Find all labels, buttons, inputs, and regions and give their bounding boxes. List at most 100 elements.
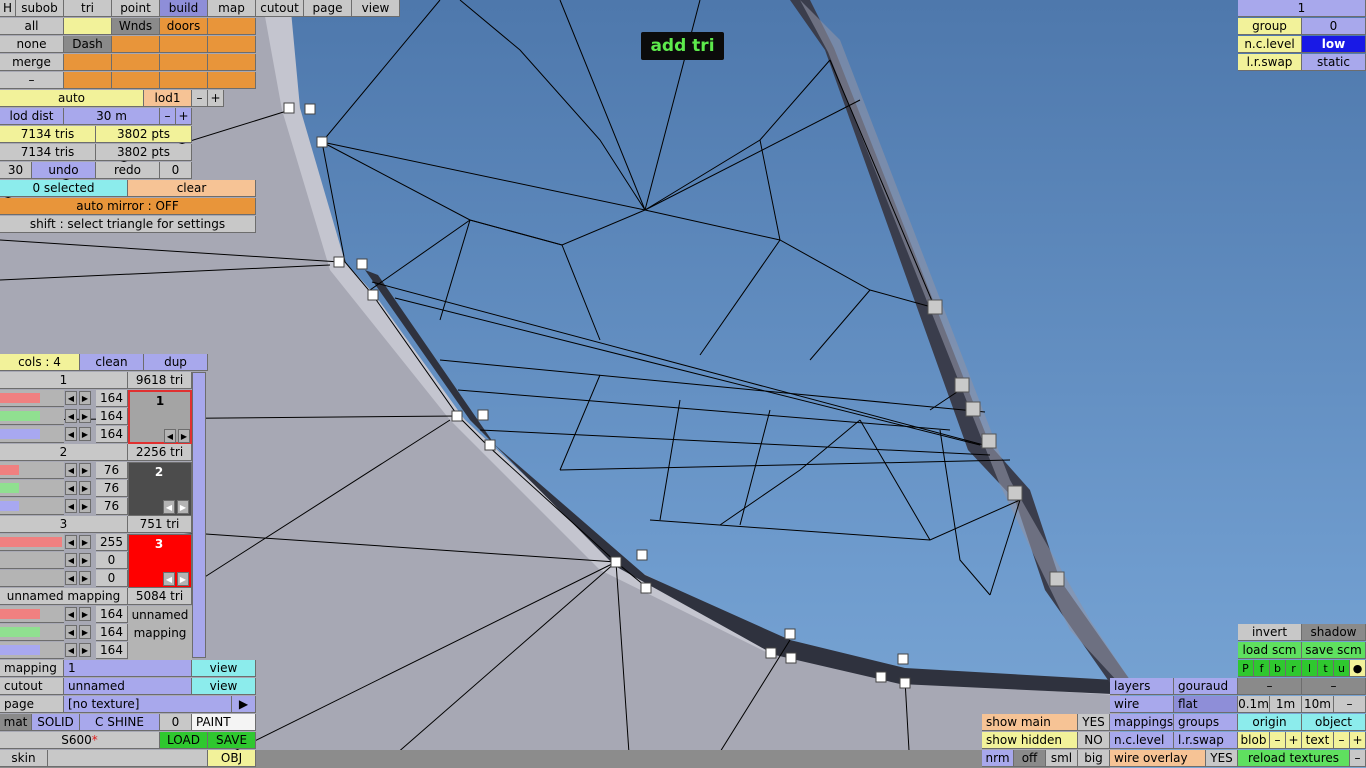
- layer-number[interactable]: 1: [1238, 0, 1366, 17]
- arrow-right-icon[interactable]: ▶: [177, 500, 189, 514]
- skin-value[interactable]: [48, 750, 208, 767]
- arrow-left-icon[interactable]: ◀: [65, 427, 77, 441]
- mapping-swatch[interactable]: unnamed mapping: [128, 606, 192, 660]
- colors-scrollbar[interactable]: [192, 372, 206, 658]
- group-slot[interactable]: [208, 18, 256, 35]
- arrow-left-icon[interactable]: ◀: [65, 571, 77, 585]
- view-letter-7[interactable]: ●: [1350, 660, 1366, 677]
- origin-button[interactable]: origin: [1238, 714, 1302, 731]
- invert-button[interactable]: invert: [1238, 624, 1302, 641]
- channel-r-slider[interactable]: [0, 390, 64, 407]
- lod-dist-value[interactable]: 30 m: [64, 108, 160, 125]
- group-slot[interactable]: [64, 72, 112, 89]
- lr-swap-value[interactable]: static: [1302, 54, 1366, 71]
- arrow-left-icon[interactable]: ◀: [65, 643, 77, 657]
- channel-b-slider[interactable]: [0, 498, 64, 515]
- arrow-left-icon[interactable]: ◀: [65, 607, 77, 621]
- lr-swap-button[interactable]: l.r.swap: [1174, 732, 1238, 749]
- group-doors-button[interactable]: doors: [160, 18, 208, 35]
- arrow-right-icon[interactable]: ▶: [79, 499, 91, 513]
- save-scm-button[interactable]: save scm: [1302, 642, 1366, 659]
- arrow-right-icon[interactable]: ▶: [79, 571, 91, 585]
- play-icon[interactable]: ▶: [232, 696, 256, 713]
- mappings-button[interactable]: mappings: [1110, 714, 1174, 731]
- view-letter-1[interactable]: f: [1254, 660, 1270, 677]
- tab-point[interactable]: point: [112, 0, 160, 17]
- blob-plus-button[interactable]: +: [1286, 732, 1302, 749]
- auto-mirror-toggle[interactable]: auto mirror : OFF: [0, 198, 256, 215]
- lod-plus-button[interactable]: +: [208, 90, 224, 107]
- skin-button[interactable]: skin: [0, 750, 48, 767]
- view-letter-4[interactable]: l: [1302, 660, 1318, 677]
- group-slot[interactable]: [112, 54, 160, 71]
- select-none-button[interactable]: none: [0, 36, 64, 53]
- dash-button[interactable]: –: [1238, 678, 1302, 695]
- arrow-left-icon[interactable]: ◀: [65, 535, 77, 549]
- load-button[interactable]: LOAD: [160, 732, 208, 749]
- group-slot[interactable]: [64, 54, 112, 71]
- tab-subob[interactable]: subob: [16, 0, 64, 17]
- arrow-right-icon[interactable]: ▶: [79, 643, 91, 657]
- dup-button[interactable]: dup: [144, 354, 208, 371]
- arrow-left-icon[interactable]: ◀: [65, 553, 77, 567]
- step-minus-button[interactable]: –: [1334, 696, 1366, 713]
- group-wnds-button[interactable]: Wnds: [112, 18, 160, 35]
- show-main-toggle[interactable]: YES: [1078, 714, 1110, 731]
- arrow-right-icon[interactable]: ▶: [79, 463, 91, 477]
- undo-button[interactable]: undo: [32, 162, 96, 179]
- wire-button[interactable]: wire: [1110, 696, 1174, 713]
- text-plus-button[interactable]: +: [1350, 732, 1366, 749]
- lod-dist-minus[interactable]: –: [160, 108, 176, 125]
- arrow-right-icon[interactable]: ▶: [177, 572, 189, 586]
- text-button[interactable]: text: [1302, 732, 1334, 749]
- lod-minus-button[interactable]: –: [192, 90, 208, 107]
- clean-button[interactable]: clean: [80, 354, 144, 371]
- mapping-value[interactable]: 1: [64, 660, 192, 677]
- lod-auto-button[interactable]: auto: [0, 90, 144, 107]
- flat-button[interactable]: flat: [1174, 696, 1238, 713]
- load-scm-button[interactable]: load scm: [1238, 642, 1302, 659]
- arrow-right-icon[interactable]: ▶: [79, 535, 91, 549]
- tab-tri[interactable]: tri: [64, 0, 112, 17]
- channel-r-slider[interactable]: [0, 606, 64, 623]
- reload-minus-button[interactable]: –: [1350, 750, 1366, 767]
- view-letter-6[interactable]: u: [1334, 660, 1350, 677]
- minus-button[interactable]: –: [0, 72, 64, 89]
- group-slot[interactable]: [160, 54, 208, 71]
- wire-overlay-toggle[interactable]: YES: [1206, 750, 1238, 767]
- clear-selection-button[interactable]: clear: [128, 180, 256, 197]
- page-value[interactable]: [no texture]: [64, 696, 232, 713]
- mapping-view-button[interactable]: view: [192, 660, 256, 677]
- step-10m-button[interactable]: 10m: [1302, 696, 1334, 713]
- blob-minus-button[interactable]: –: [1270, 732, 1286, 749]
- normals-small-button[interactable]: sml: [1046, 750, 1078, 767]
- merge-button[interactable]: merge: [0, 54, 64, 71]
- group-value[interactable]: 0: [1302, 18, 1366, 35]
- color-swatch[interactable]: 2 ◀ ▶: [128, 462, 192, 516]
- group-slot-blank[interactable]: [64, 18, 112, 35]
- group-dash-button[interactable]: Dash: [64, 36, 112, 53]
- arrow-right-icon[interactable]: ▶: [79, 391, 91, 405]
- tab-cutout[interactable]: cutout: [256, 0, 304, 17]
- channel-r-slider[interactable]: [0, 534, 64, 551]
- gouraud-button[interactable]: gouraud: [1174, 678, 1238, 695]
- paint-button[interactable]: PAINT: [192, 714, 256, 731]
- cutout-view-button[interactable]: view: [192, 678, 256, 695]
- group-slot[interactable]: [208, 72, 256, 89]
- group-slot[interactable]: [160, 36, 208, 53]
- view-letter-2[interactable]: b: [1270, 660, 1286, 677]
- arrow-left-icon[interactable]: ◀: [65, 463, 77, 477]
- arrow-left-icon[interactable]: ◀: [163, 572, 175, 586]
- lod-level-button[interactable]: lod1: [144, 90, 192, 107]
- tab-view[interactable]: view: [352, 0, 400, 17]
- arrow-left-icon[interactable]: ◀: [65, 499, 77, 513]
- channel-g-slider[interactable]: [0, 552, 64, 569]
- group-slot[interactable]: [112, 36, 160, 53]
- obj-button[interactable]: OBJ: [208, 750, 256, 767]
- nc-level-value[interactable]: low: [1302, 36, 1366, 53]
- solid-button[interactable]: SOLID: [32, 714, 80, 731]
- arrow-right-icon[interactable]: ▶: [79, 481, 91, 495]
- reload-textures-button[interactable]: reload textures: [1238, 750, 1350, 767]
- redo-button[interactable]: redo: [96, 162, 160, 179]
- arrow-right-icon[interactable]: ▶: [178, 429, 190, 443]
